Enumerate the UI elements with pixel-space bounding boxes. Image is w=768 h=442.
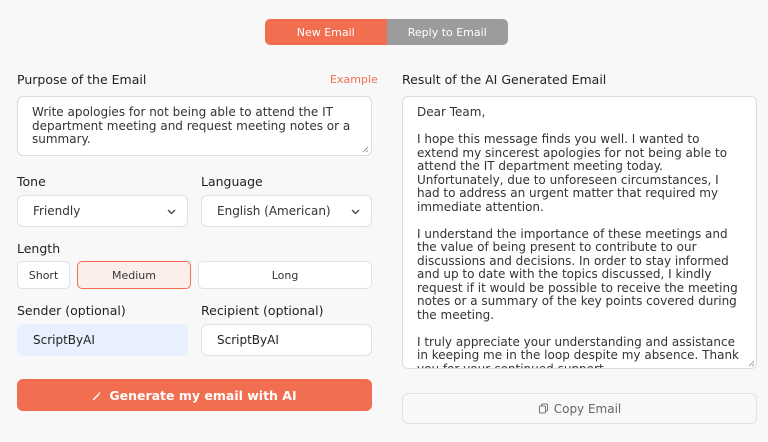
length-long-button[interactable]: Long (198, 261, 372, 289)
length-label: Length (17, 241, 61, 256)
purpose-label: Purpose of the Email (17, 72, 147, 87)
sender-value: ScriptByAI (33, 333, 95, 347)
language-select[interactable]: English (American) (201, 195, 372, 227)
tone-label: Tone (17, 174, 46, 189)
copy-email-button[interactable]: Copy Email (402, 393, 757, 424)
chevron-down-icon (167, 209, 176, 215)
tone-value: Friendly (33, 204, 81, 218)
tab-new-email[interactable]: New Email (265, 19, 387, 45)
recipient-input[interactable]: ScriptByAI (201, 324, 372, 356)
magic-wand-icon (93, 391, 102, 400)
generate-email-button[interactable]: Generate my email with AI (17, 379, 372, 411)
chevron-down-icon (351, 209, 360, 215)
length-medium-button[interactable]: Medium (77, 261, 191, 289)
sender-input[interactable]: ScriptByAI (17, 324, 188, 356)
copy-button-label: Copy Email (553, 401, 622, 416)
purpose-textarea[interactable]: Write apologies for not being able to at… (17, 96, 372, 156)
recipient-value: ScriptByAI (217, 333, 279, 347)
resize-handle-icon[interactable] (748, 360, 755, 367)
sender-label: Sender (optional) (17, 303, 126, 318)
language-value: English (American) (217, 204, 331, 218)
length-short-button[interactable]: Short (17, 261, 70, 289)
example-link[interactable]: Example (330, 73, 378, 86)
generate-button-label: Generate my email with AI (109, 387, 297, 403)
language-label: Language (201, 174, 263, 189)
recipient-label: Recipient (optional) (201, 303, 324, 318)
purpose-text: Write apologies for not being able to at… (32, 105, 351, 146)
result-label: Result of the AI Generated Email (402, 72, 607, 87)
copy-icon (538, 403, 548, 414)
tab-reply-to-email[interactable]: Reply to Email (386, 19, 508, 45)
resize-handle-icon[interactable] (362, 146, 369, 153)
result-textarea[interactable]: Dear Team, I hope this message finds you… (402, 96, 757, 369)
tone-select[interactable]: Friendly (17, 195, 188, 227)
email-mode-tabs: New Email Reply to Email (265, 19, 508, 45)
